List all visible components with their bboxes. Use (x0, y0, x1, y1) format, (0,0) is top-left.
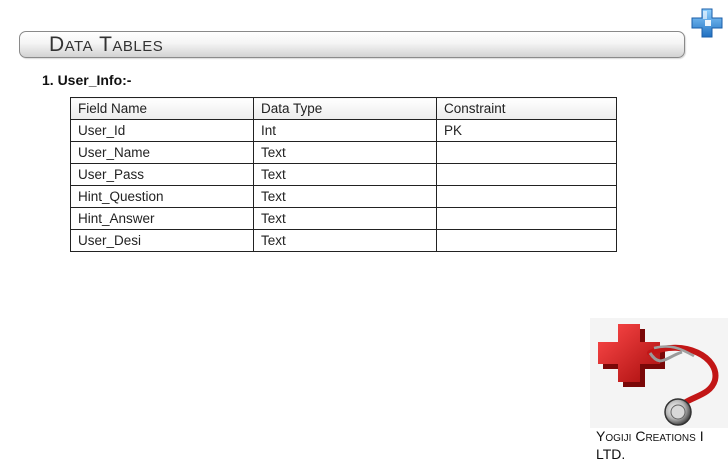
user-info-table: Field Name Data Type Constraint User_Id … (70, 97, 617, 252)
company-name-line1: Yogiji Creations I (596, 428, 704, 444)
table-cell: User_Pass (70, 163, 254, 186)
table-cell: Hint_Question (70, 185, 254, 208)
table-cell: Text (253, 229, 437, 252)
table-row: User_Name Text (70, 141, 617, 164)
table-cell: Text (253, 163, 437, 186)
table-cell: Hint_Answer (70, 207, 254, 230)
table-cell: Int (253, 119, 437, 142)
table-row: User_Id Int PK (70, 119, 617, 142)
column-header-constraint: Constraint (436, 97, 617, 120)
table-header-row: Field Name Data Type Constraint (70, 97, 617, 120)
title-bar: Data Tables (19, 31, 685, 58)
table-cell: Text (253, 207, 437, 230)
company-name: Yogiji Creations I LTD. (596, 427, 704, 463)
medical-cross-icon (691, 8, 723, 38)
section-heading: 1. User_Info:- (42, 72, 132, 88)
stethoscope-cross-image (590, 318, 728, 428)
table-cell: PK (436, 119, 617, 142)
table-cell: User_Name (70, 141, 254, 164)
table-cell (436, 141, 617, 164)
company-name-line2: LTD. (596, 446, 626, 462)
table-row: User_Pass Text (70, 163, 617, 186)
table-cell: Text (253, 141, 437, 164)
column-header-data-type: Data Type (253, 97, 437, 120)
table-cell (436, 163, 617, 186)
table-row: User_Desi Text (70, 229, 617, 252)
table-cell: Text (253, 185, 437, 208)
table-row: Hint_Question Text (70, 185, 617, 208)
page-title: Data Tables (49, 33, 164, 56)
column-header-field-name: Field Name (70, 97, 254, 120)
table-cell: User_Id (70, 119, 254, 142)
table-cell: User_Desi (70, 229, 254, 252)
table-row: Hint_Answer Text (70, 207, 617, 230)
table-cell (436, 207, 617, 230)
table-cell (436, 229, 617, 252)
table-cell (436, 185, 617, 208)
